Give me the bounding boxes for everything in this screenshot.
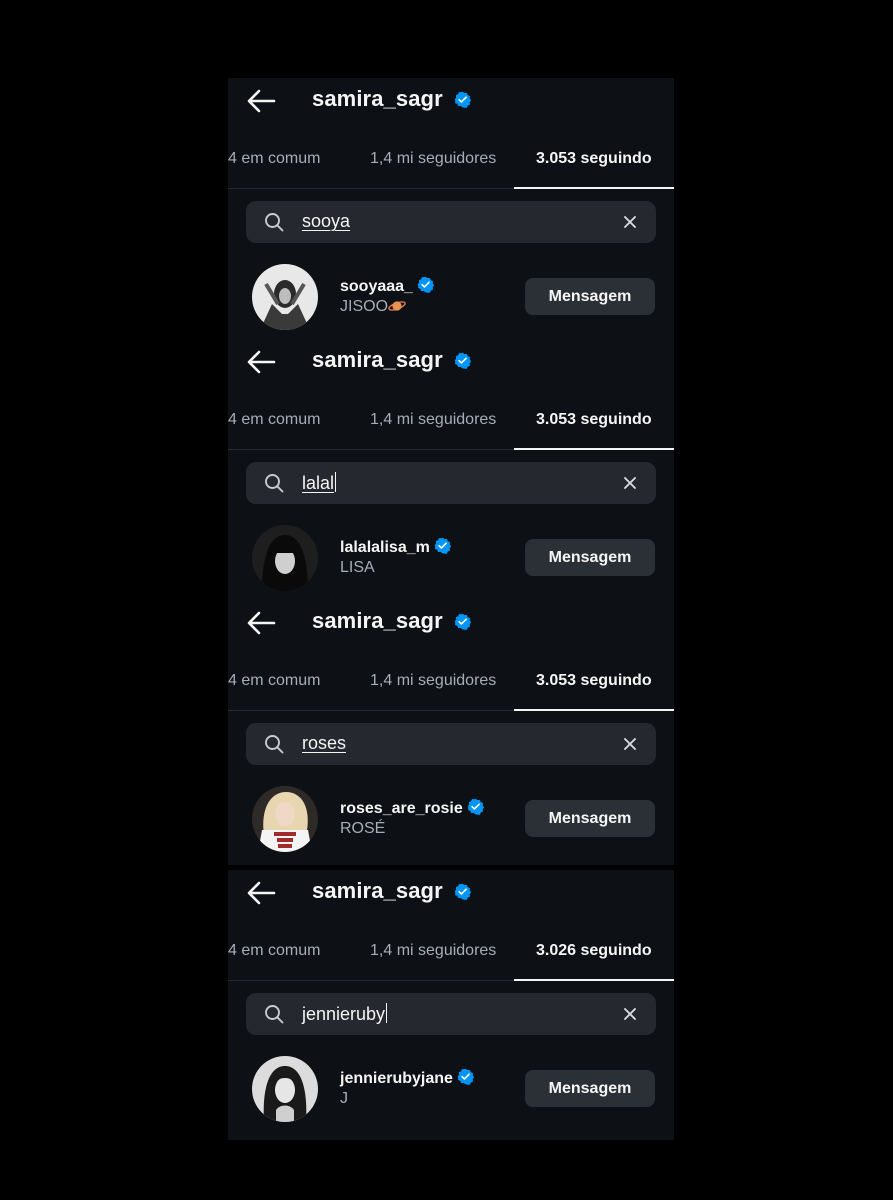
close-icon[interactable] xyxy=(622,475,638,491)
search-bar[interactable]: jennieruby xyxy=(246,993,656,1035)
active-tab-indicator xyxy=(514,979,674,981)
close-icon[interactable] xyxy=(622,214,638,230)
search-bar[interactable]: lalal xyxy=(246,462,656,504)
active-tab-indicator xyxy=(514,448,674,450)
result-full-name: ROSÉ xyxy=(340,820,386,837)
search-icon xyxy=(265,735,284,754)
back-arrow-icon[interactable] xyxy=(246,349,276,375)
active-tab-indicator xyxy=(514,187,674,189)
back-arrow-icon[interactable] xyxy=(246,880,276,906)
message-button[interactable]: Mensagem xyxy=(525,1070,655,1107)
avatar[interactable] xyxy=(252,264,318,330)
tab-followers[interactable]: 1,4 mi seguidores xyxy=(370,411,496,429)
search-icon xyxy=(265,213,284,232)
search-input[interactable]: sooya xyxy=(302,211,350,232)
message-button[interactable]: Mensagem xyxy=(525,539,655,576)
tab-following[interactable]: 3.053 seguindo xyxy=(536,411,652,429)
search-input[interactable]: roses xyxy=(302,733,346,754)
profile-username: samira_sagr xyxy=(312,86,443,111)
result-username: jennierubyjane xyxy=(340,1068,474,1088)
profile-username: samira_sagr xyxy=(312,347,443,372)
close-icon[interactable] xyxy=(622,736,638,752)
tab-mutual[interactable]: 4 em comum xyxy=(228,942,320,960)
search-bar[interactable]: sooya xyxy=(246,201,656,243)
search-icon xyxy=(265,474,284,493)
list-item[interactable]: sooyaaa_ JISOO Mensagem xyxy=(228,263,674,333)
tab-followers[interactable]: 1,4 mi seguidores xyxy=(370,942,496,960)
profile-header: samira_sagr xyxy=(228,78,674,124)
tab-mutual[interactable]: 4 em comum xyxy=(228,672,320,690)
profile-username: samira_sagr xyxy=(312,878,443,903)
close-icon[interactable] xyxy=(622,1006,638,1022)
avatar[interactable] xyxy=(252,525,318,591)
following-search-panel-4: samira_sagr 4 em comum 1,4 mi seguidores… xyxy=(228,870,674,1140)
search-input[interactable]: jennieruby xyxy=(302,1003,388,1025)
list-item[interactable]: lalalalisa_m LISA Mensagem xyxy=(228,524,674,594)
follow-tabs: 4 em comum 1,4 mi seguidores 3.053 segui… xyxy=(228,397,674,450)
result-username: roses_are_rosie xyxy=(340,798,484,818)
tab-following[interactable]: 3.026 seguindo xyxy=(536,942,652,960)
message-button[interactable]: Mensagem xyxy=(525,800,655,837)
back-arrow-icon[interactable] xyxy=(246,88,276,114)
tab-following[interactable]: 3.053 seguindo xyxy=(536,150,652,168)
follow-tabs: 4 em comum 1,4 mi seguidores 3.053 segui… xyxy=(228,658,674,711)
tab-mutual[interactable]: 4 em comum xyxy=(228,150,320,168)
avatar[interactable] xyxy=(252,1056,318,1122)
tab-mutual[interactable]: 4 em comum xyxy=(228,411,320,429)
follow-tabs: 4 em comum 1,4 mi seguidores 3.053 segui… xyxy=(228,136,674,189)
search-bar[interactable]: roses xyxy=(246,723,656,765)
search-icon xyxy=(265,1005,284,1024)
profile-header: samira_sagr xyxy=(228,600,674,646)
result-full-name: LISA xyxy=(340,559,375,576)
verified-badge-icon xyxy=(454,91,471,108)
search-input[interactable]: lalal xyxy=(302,472,337,494)
back-arrow-icon[interactable] xyxy=(246,610,276,636)
avatar[interactable] xyxy=(252,786,318,852)
following-search-panel-1: samira_sagr 4 em comum 1,4 mi seguidores… xyxy=(228,78,674,343)
result-username: lalalalisa_m xyxy=(340,537,451,557)
screenshot-canvas: samira_sagr 4 em comum 1,4 mi seguidores… xyxy=(0,0,893,1200)
verified-badge-icon xyxy=(454,613,471,630)
verified-badge-icon xyxy=(457,1068,474,1085)
tab-followers[interactable]: 1,4 mi seguidores xyxy=(370,150,496,168)
tab-following[interactable]: 3.053 seguindo xyxy=(536,672,652,690)
profile-username: samira_sagr xyxy=(312,608,443,633)
profile-header: samira_sagr xyxy=(228,339,674,385)
text-caret xyxy=(386,1003,388,1023)
message-button[interactable]: Mensagem xyxy=(525,278,655,315)
list-item[interactable]: roses_are_rosie ROSÉ Mensagem xyxy=(228,785,674,855)
follow-tabs: 4 em comum 1,4 mi seguidores 3.026 segui… xyxy=(228,928,674,981)
tab-followers[interactable]: 1,4 mi seguidores xyxy=(370,672,496,690)
result-full-name: JISOO xyxy=(340,298,406,316)
ringed-planet-icon xyxy=(388,301,406,311)
text-caret xyxy=(335,472,337,492)
following-search-panel-3: samira_sagr 4 em comum 1,4 mi seguidores… xyxy=(228,600,674,865)
list-item[interactable]: jennierubyjane J Mensagem xyxy=(228,1055,674,1125)
result-username: sooyaaa_ xyxy=(340,276,434,296)
active-tab-indicator xyxy=(514,709,674,711)
profile-header: samira_sagr xyxy=(228,870,674,916)
verified-badge-icon xyxy=(454,352,471,369)
verified-badge-icon xyxy=(454,883,471,900)
verified-badge-icon xyxy=(417,276,434,293)
verified-badge-icon xyxy=(434,537,451,554)
following-search-panel-2: samira_sagr 4 em comum 1,4 mi seguidores… xyxy=(228,339,674,604)
verified-badge-icon xyxy=(467,798,484,815)
result-full-name: J xyxy=(340,1090,348,1107)
